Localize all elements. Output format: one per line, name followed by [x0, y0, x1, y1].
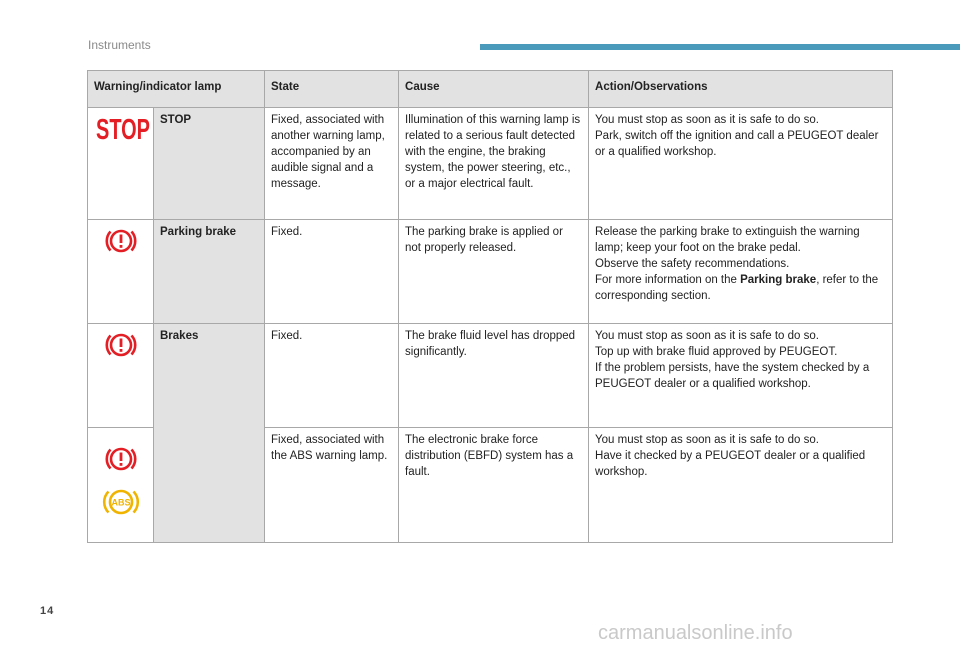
action-cell: You must stop as soon as it is safe to d… — [588, 107, 894, 220]
lamp-name-cell: STOP — [152, 107, 266, 220]
icon-cell: STOP — [87, 107, 154, 220]
state-cell: Fixed. — [264, 219, 400, 324]
cause-cell: The parking brake is applied or not prop… — [398, 219, 590, 324]
brake-warning-icon — [105, 447, 136, 471]
watermark: carmanualsonline.info — [598, 622, 793, 644]
table-row: STOP STOP Fixed, associated with another… — [87, 107, 894, 220]
lamp-name: Parking brake — [160, 226, 237, 238]
action-line: Release the parking brake to extinguish … — [595, 226, 860, 254]
action-line: Have it checked by a PEUGEOT dealer or a… — [595, 450, 866, 478]
action-line: If the problem persists, have the system… — [595, 362, 870, 390]
lamp-name: Brakes — [160, 330, 199, 342]
icon-cell: ABS — [87, 427, 154, 543]
stop-icon: STOP — [96, 114, 150, 144]
warning-lamps-table: Warning/indicator lamp State Cause Actio… — [86, 70, 894, 543]
header-accent-bar — [480, 44, 960, 50]
lamp-name-cell: Brakes — [152, 323, 266, 543]
page-number: 14 — [40, 605, 55, 617]
brake-warning-icon — [105, 333, 136, 357]
table-row: Parking brake Fixed. The parking brake i… — [87, 219, 894, 324]
lamp-name: STOP — [160, 114, 192, 126]
icon-cell — [87, 323, 154, 428]
action-line: You must stop as soon as it is safe to d… — [595, 434, 819, 446]
svg-text:STOP: STOP — [96, 114, 150, 144]
section-title: Instruments — [88, 38, 151, 52]
header-state: State — [264, 70, 400, 108]
table-row: Brakes Fixed. The brake fluid level has … — [87, 323, 894, 543]
table-header-row: Warning/indicator lamp State Cause Actio… — [86, 70, 894, 108]
action-cell: Release the parking brake to extinguish … — [588, 219, 894, 324]
action-line: Top up with brake fluid approved by PEUG… — [595, 346, 838, 358]
state-cell: Fixed. — [264, 323, 400, 428]
icon-cell — [87, 219, 154, 324]
action-cell: You must stop as soon as it is safe to d… — [588, 323, 894, 428]
state-cell: Fixed, associated with another warning l… — [264, 107, 400, 220]
header-action: Action/Observations — [588, 70, 894, 108]
action-line: Observe the safety recommendations. — [595, 258, 790, 270]
action-cell: You must stop as soon as it is safe to d… — [588, 427, 894, 543]
action-bold-text: Parking brake — [740, 274, 817, 286]
svg-text:ABS: ABS — [111, 498, 130, 508]
cause-cell: Illumination of this warning lamp is rel… — [398, 107, 590, 220]
header-cause: Cause — [398, 70, 590, 108]
cause-cell: The brake fluid level has dropped signif… — [398, 323, 590, 428]
brake-warning-icon — [105, 229, 136, 253]
action-line: You must stop as soon as it is safe to d… — [595, 330, 819, 342]
abs-icon: ABS — [102, 489, 139, 515]
action-line: You must stop as soon as it is safe to d… — [595, 114, 819, 126]
header-lamp: Warning/indicator lamp — [86, 70, 266, 108]
lamp-name-cell: Parking brake — [152, 219, 266, 324]
action-line: For more information on the Parking brak… — [595, 272, 886, 304]
state-cell: Fixed, associated with the ABS warning l… — [264, 427, 400, 543]
action-text: For more information on the — [595, 274, 741, 286]
action-line: Park, switch off the ignition and call a… — [595, 130, 879, 158]
cause-cell: The electronic brake force distribution … — [398, 427, 590, 543]
